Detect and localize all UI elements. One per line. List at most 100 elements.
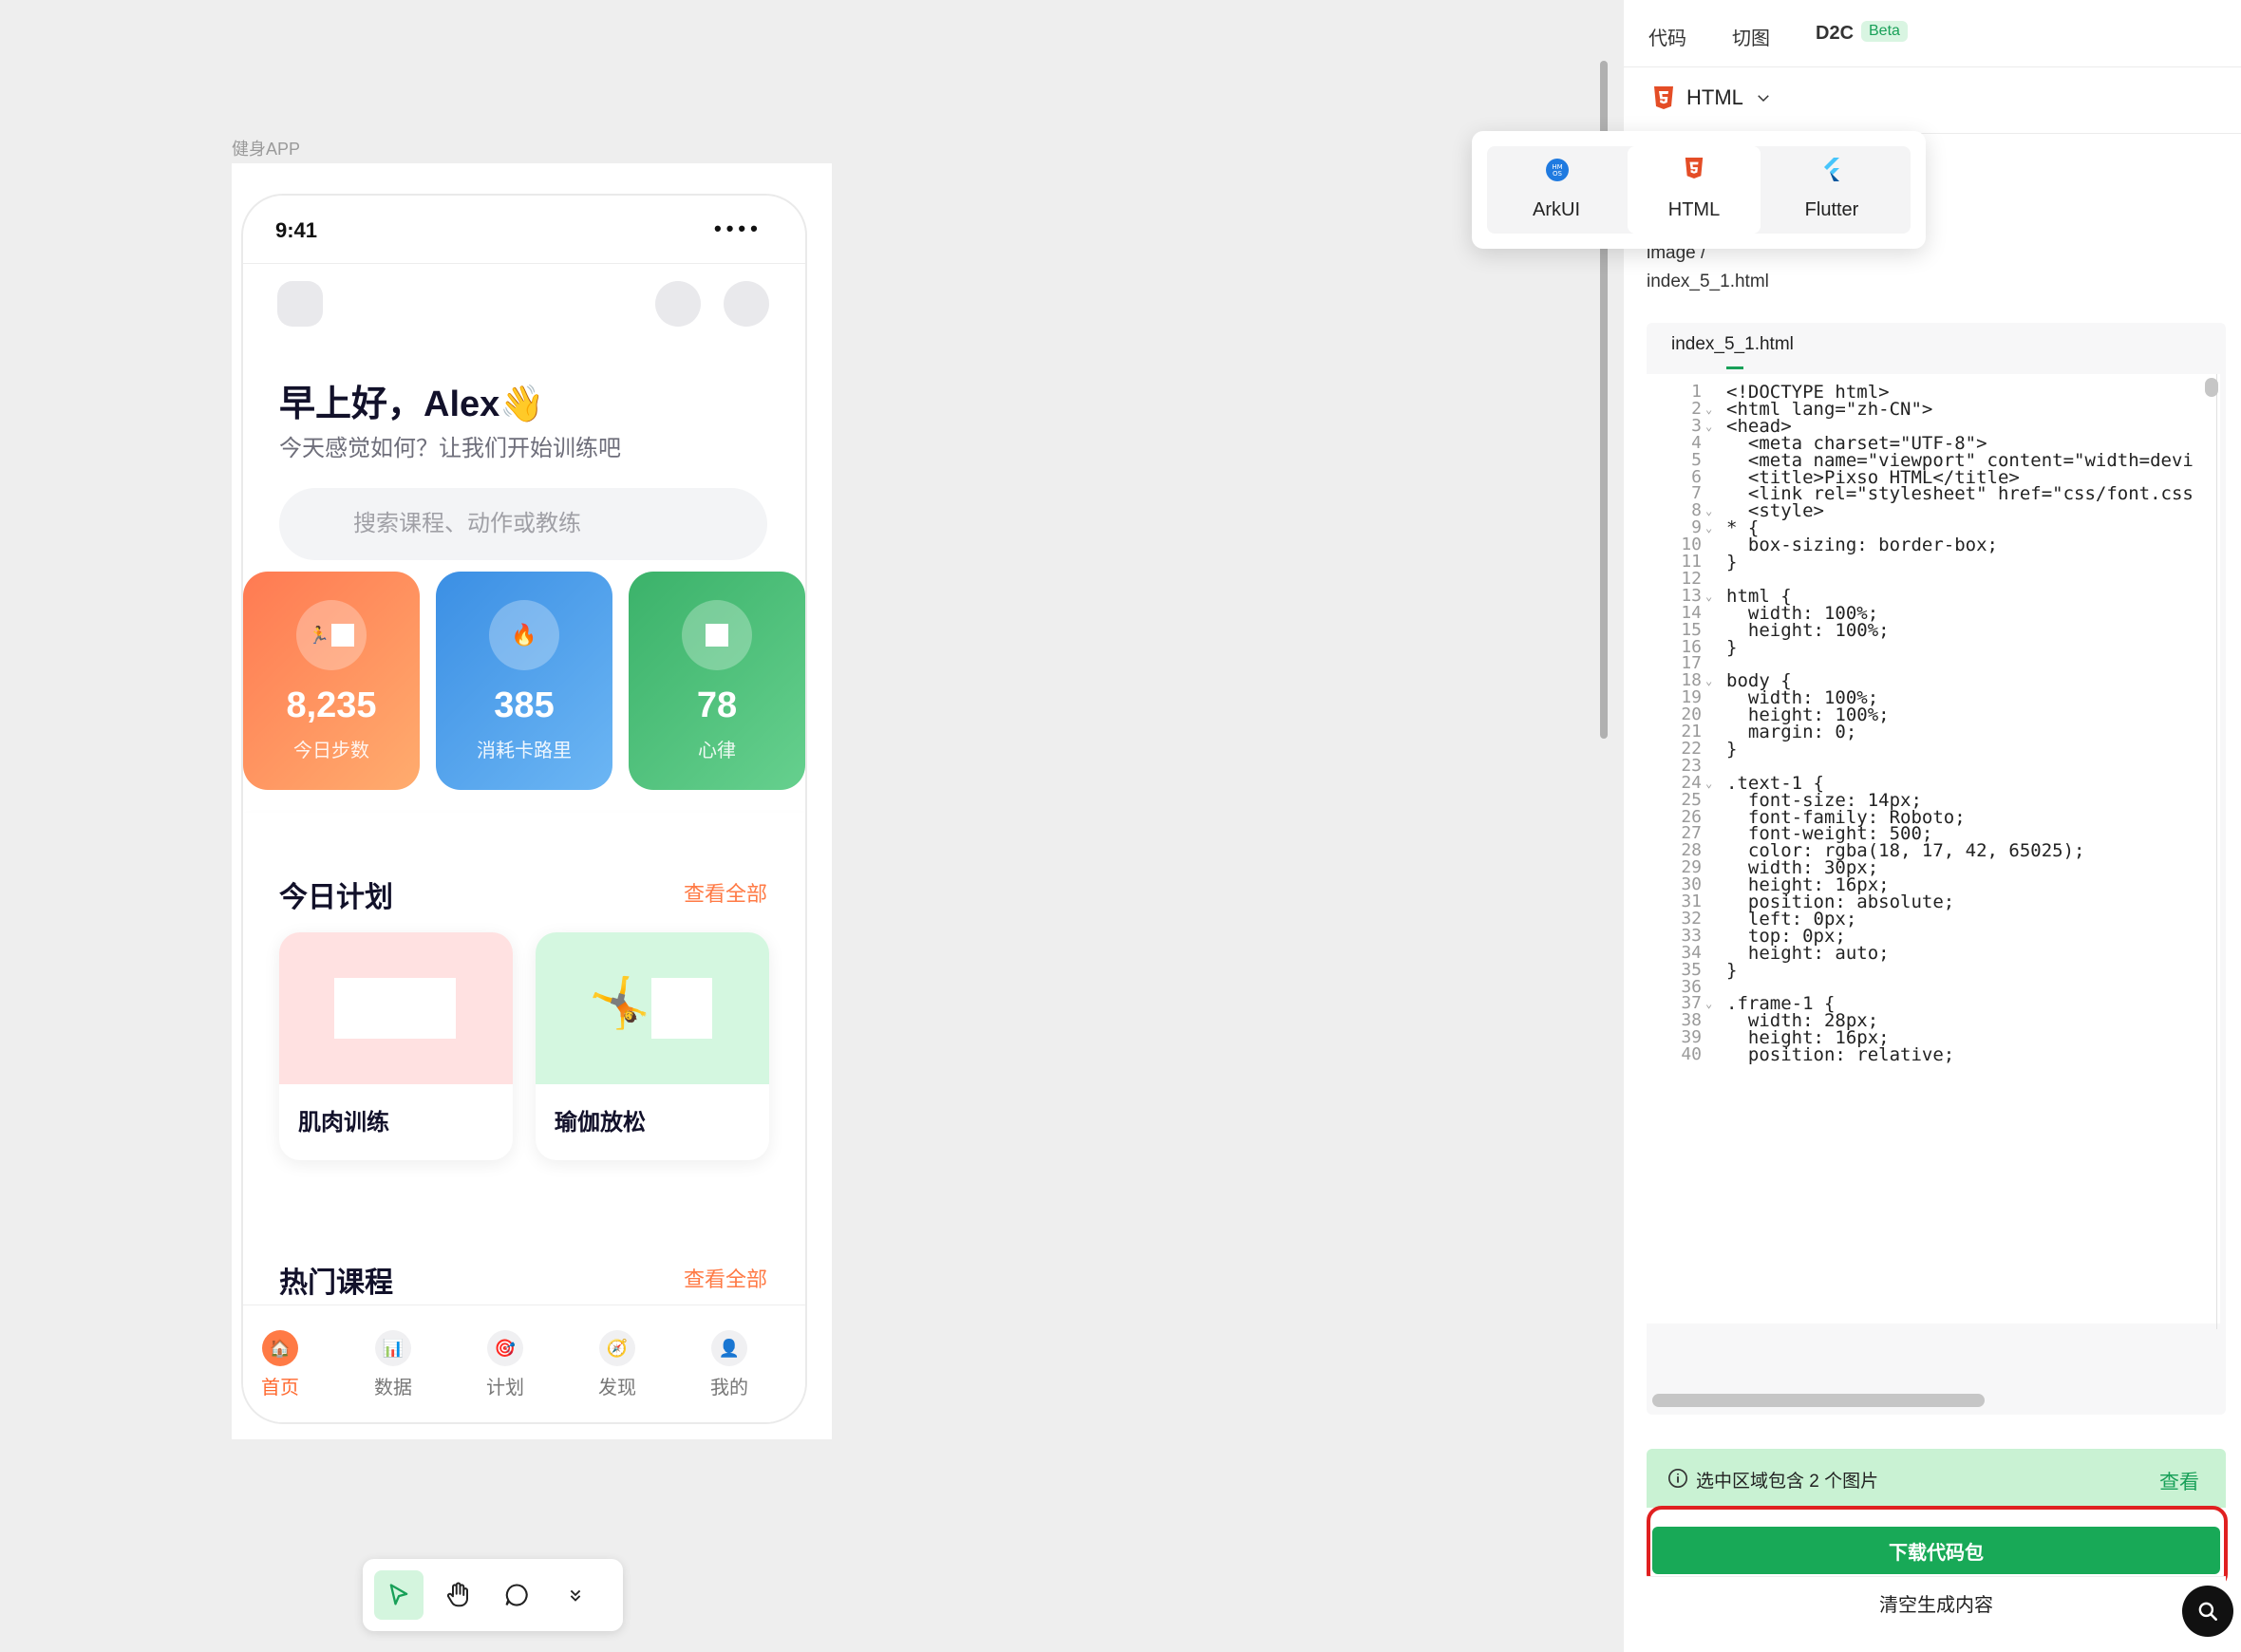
view-link[interactable]: 查看	[2159, 1467, 2199, 1495]
home-icon: 🏠	[262, 1330, 298, 1366]
html5-icon	[1685, 158, 1704, 178]
stat-card-steps[interactable]: 🏃 8,235 今日步数	[243, 572, 420, 790]
more-tools-button[interactable]	[551, 1570, 600, 1620]
search-icon	[2198, 1602, 2217, 1621]
clear-content-button[interactable]: 清空生成内容	[1647, 1576, 2226, 1629]
stat-card-heart-rate[interactable]: 78 心律	[629, 572, 805, 790]
file-tab-indicator	[1726, 366, 1743, 369]
code-scroll-track	[2216, 374, 2217, 1329]
today-plan-see-all-link[interactable]: 查看全部	[684, 877, 767, 908]
nav-item-home[interactable]: 🏠 首页	[243, 1330, 336, 1399]
option-label: ArkUI	[1533, 199, 1580, 220]
svg-text:OS: OS	[1553, 170, 1563, 178]
heart-rate-label: 心律	[698, 741, 736, 761]
code-line: box-sizing: border-box;	[1726, 535, 1998, 556]
file-path-file: index_5_1.html	[1647, 272, 1769, 291]
hot-courses-title: 热门课程	[279, 1267, 393, 1299]
hand-icon	[446, 1582, 468, 1607]
menu-button[interactable]	[277, 281, 323, 327]
code-line: position: relative;	[1726, 1044, 1955, 1066]
notice-text: 选中区域包含 2 个图片	[1696, 1472, 1879, 1492]
code-line: margin: 0;	[1726, 722, 1857, 742]
code-vertical-scrollbar[interactable]	[2205, 378, 2218, 397]
plan-card-muscle[interactable]: 肌肉训练	[279, 932, 513, 1160]
canvas-toolbar	[363, 1559, 623, 1631]
fold-chevron-icon[interactable]: ⌄	[1705, 521, 1712, 535]
fold-chevron-icon[interactable]: ⌄	[1705, 997, 1712, 1010]
info-icon	[1668, 1469, 1687, 1488]
code-line: }	[1726, 959, 1738, 981]
avatar[interactable]	[724, 281, 769, 327]
frame-label[interactable]: 健身APP	[232, 136, 300, 160]
fold-chevron-icon[interactable]: ⌄	[1705, 403, 1712, 416]
nav-item-data[interactable]: 📊 数据	[337, 1330, 449, 1399]
dropdown-options: HM OS ArkUI HTML Flutter	[1487, 146, 1911, 234]
nav-label: 计划	[486, 1378, 524, 1399]
fold-chevron-icon[interactable]: ⌄	[1705, 590, 1712, 603]
heart-icon	[682, 600, 752, 670]
option-arkui[interactable]: HM OS ArkUI	[1490, 146, 1623, 234]
code-content[interactable]: 1 <!DOCTYPE html> 2 ⌄ <html lang="zh-CN"> 3 ⌄ <…	[1647, 374, 2220, 1323]
select-tool-button[interactable]	[374, 1570, 424, 1620]
html5-icon	[1654, 86, 1673, 109]
language-value: HTML	[1686, 85, 1743, 109]
hot-courses-see-all-link[interactable]: 查看全部	[684, 1263, 767, 1293]
steps-label: 今日步数	[293, 741, 369, 761]
steps-icon: 🏃	[296, 600, 367, 670]
plan-image	[279, 932, 513, 1084]
language-select[interactable]: HTML	[1652, 85, 1772, 110]
fold-chevron-icon[interactable]: ⌄	[1705, 777, 1712, 790]
today-plan-title: 今日计划	[279, 882, 393, 913]
nav-item-plan[interactable]: 🎯 计划	[449, 1330, 561, 1399]
nav-label: 我的	[710, 1378, 748, 1399]
search-input[interactable]	[279, 488, 767, 560]
fold-chevron-icon[interactable]: ⌄	[1705, 420, 1712, 433]
search-button[interactable]	[2182, 1586, 2233, 1637]
steps-value: 8,235	[286, 685, 377, 725]
greeting-title: 早上好，Alex👋	[279, 385, 545, 424]
download-code-button[interactable]: 下载代码包	[1652, 1527, 2220, 1574]
bottom-nav: 🏠 首页 📊 数据 🎯 计划 🧭 发现 👤 我的	[243, 1305, 805, 1422]
double-chevron-down-icon	[570, 1589, 581, 1602]
nav-item-discover[interactable]: 🧭 发现	[561, 1330, 673, 1399]
tab-d2c[interactable]: D2C	[1816, 23, 1854, 45]
plan-card-yoga[interactable]: 🤸 瑜伽放松	[536, 932, 769, 1160]
file-tab[interactable]: index_5_1.html	[1671, 334, 1794, 355]
nav-label: 数据	[374, 1378, 412, 1399]
code-horizontal-scrollbar[interactable]	[1652, 1394, 1985, 1407]
nav-item-profile[interactable]: 👤 我的	[673, 1330, 785, 1399]
line-number: 40	[1681, 1044, 1702, 1065]
nav-label: 首页	[261, 1378, 299, 1399]
option-html[interactable]: HTML	[1628, 146, 1761, 234]
stat-card-calories[interactable]: 🔥 385 消耗卡路里	[436, 572, 612, 790]
yoga-icon: 🤸	[589, 976, 650, 1031]
divider	[1624, 66, 2241, 67]
calories-label: 消耗卡路里	[477, 741, 572, 761]
target-icon: 🎯	[487, 1330, 523, 1366]
compass-icon: 🧭	[599, 1330, 635, 1366]
tab-slice[interactable]: 切图	[1732, 23, 1770, 50]
cursor-icon	[389, 1584, 408, 1605]
beta-badge: Beta	[1861, 21, 1908, 42]
code-line: }	[1726, 552, 1738, 573]
divider	[243, 263, 805, 264]
tab-code[interactable]: 代码	[1648, 23, 1686, 50]
notification-button[interactable]	[655, 281, 701, 327]
option-flutter[interactable]: Flutter	[1765, 146, 1898, 234]
hand-tool-button[interactable]	[433, 1570, 482, 1620]
code-line: }	[1726, 738, 1738, 760]
code-viewer: index_5_1.html 1 <!DOCTYPE html> 2 ⌄ <html l…	[1647, 323, 2226, 1415]
phone-frame[interactable]: 9:41 •••• 早上好，Alex👋 今天感觉如何？让我们开始训练吧 🏃 8,…	[241, 194, 807, 1424]
plan-name: 肌肉训练	[298, 1110, 389, 1136]
code-line: height: 100%;	[1726, 619, 1890, 641]
fold-chevron-icon[interactable]: ⌄	[1705, 674, 1712, 687]
heart-rate-value: 78	[696, 685, 738, 725]
comment-tool-button[interactable]	[492, 1570, 541, 1620]
image-notice: 选中区域包含 2 个图片 查看	[1647, 1449, 2226, 1508]
harmonyos-icon: HMOS	[1546, 159, 1569, 181]
nav-label: 发现	[598, 1378, 636, 1399]
fold-chevron-icon[interactable]: ⌄	[1705, 504, 1712, 517]
greeting-subtitle: 今天感觉如何？让我们开始训练吧	[279, 436, 621, 461]
plan-image: 🤸	[536, 932, 769, 1084]
plan-name: 瑜伽放松	[555, 1110, 646, 1136]
